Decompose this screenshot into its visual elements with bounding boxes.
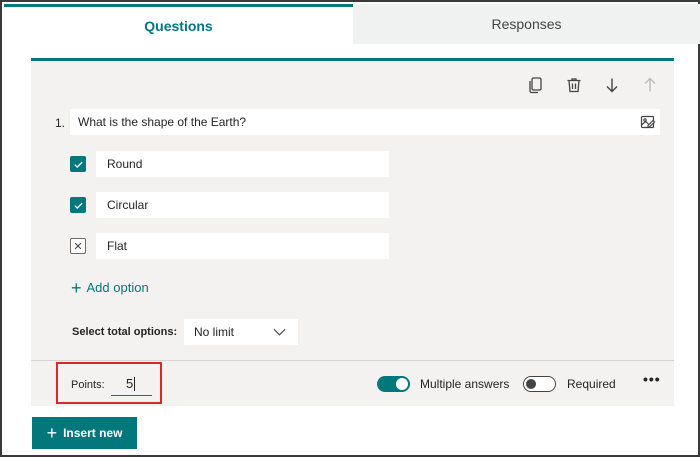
option-input[interactable]: Round bbox=[96, 151, 389, 177]
correct-answer-checkbox[interactable] bbox=[70, 197, 86, 213]
form-editor-frame: Questions Responses 1. What is the shape… bbox=[0, 0, 700, 457]
multiple-answers-label: Multiple answers bbox=[420, 377, 510, 391]
required-toggle[interactable] bbox=[523, 376, 556, 392]
copy-button[interactable] bbox=[526, 75, 546, 95]
image-edit-icon bbox=[640, 115, 656, 129]
delete-button[interactable] bbox=[564, 75, 584, 95]
option-row: Flat bbox=[70, 233, 389, 259]
more-options-button[interactable]: ••• bbox=[643, 371, 661, 387]
question-toolbar bbox=[526, 75, 660, 95]
insert-new-button[interactable]: + Insert new bbox=[32, 417, 137, 449]
delete-icon bbox=[567, 78, 581, 93]
insert-media-button[interactable] bbox=[638, 112, 658, 132]
add-option-button[interactable]: + Add option bbox=[71, 277, 149, 298]
question-number: 1. bbox=[55, 116, 66, 130]
correct-answer-checkbox[interactable] bbox=[70, 238, 86, 254]
move-down-button[interactable] bbox=[602, 75, 622, 95]
option-input[interactable]: Flat bbox=[96, 233, 389, 259]
correct-answer-checkbox[interactable] bbox=[70, 156, 86, 172]
option-input[interactable]: Circular bbox=[96, 192, 389, 218]
select-total-value: No limit bbox=[194, 325, 235, 339]
tab-questions[interactable]: Questions bbox=[4, 4, 353, 44]
insert-new-label: Insert new bbox=[63, 426, 123, 440]
question-title-input[interactable]: What is the shape of the Earth? bbox=[70, 109, 660, 135]
toggle-knob bbox=[526, 379, 536, 389]
points-highlight-box bbox=[56, 362, 162, 404]
plus-icon: + bbox=[46, 423, 58, 443]
toggle-knob bbox=[396, 378, 408, 390]
multiple-answers-toggle[interactable] bbox=[377, 376, 410, 392]
move-up-button[interactable] bbox=[640, 75, 660, 95]
move-up-icon bbox=[644, 77, 656, 92]
required-label: Required bbox=[567, 377, 616, 391]
option-row: Circular bbox=[70, 192, 389, 218]
select-total-label: Select total options: bbox=[72, 326, 178, 338]
add-option-label: Add option bbox=[86, 280, 149, 295]
option-row: Round bbox=[70, 151, 389, 177]
plus-icon: + bbox=[71, 277, 82, 298]
tab-bar: Questions Responses bbox=[4, 4, 700, 44]
question-card: 1. What is the shape of the Earth? Round… bbox=[31, 58, 674, 406]
x-icon bbox=[74, 242, 82, 250]
copy-icon bbox=[529, 77, 542, 94]
tab-responses[interactable]: Responses bbox=[353, 4, 700, 44]
chevron-down-icon bbox=[273, 328, 286, 336]
move-down-icon bbox=[606, 78, 618, 93]
select-total-dropdown[interactable]: No limit bbox=[184, 319, 298, 345]
check-icon bbox=[73, 202, 83, 209]
check-icon bbox=[73, 161, 83, 168]
